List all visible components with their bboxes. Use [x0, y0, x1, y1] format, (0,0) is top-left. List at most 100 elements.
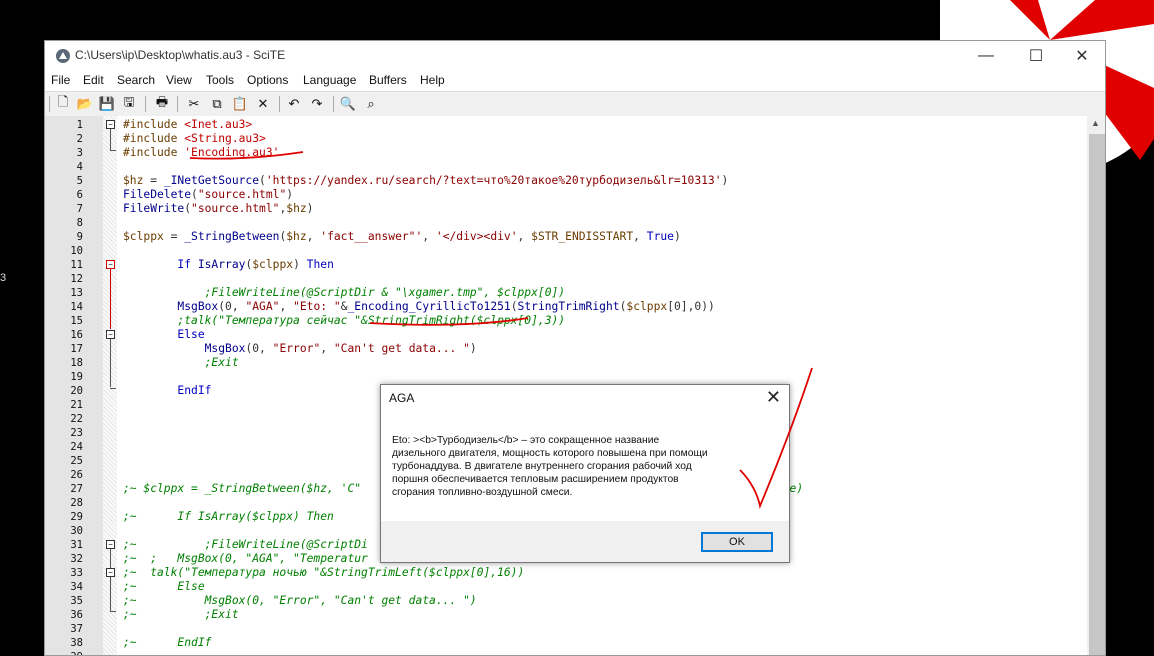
minimize-button[interactable]: — — [963, 41, 1009, 71]
code-token: ) — [721, 174, 729, 187]
code-line[interactable]: 34 ;~ Else — [45, 580, 1075, 594]
scite-app-icon — [56, 49, 70, 63]
menu-options[interactable]: Options — [247, 73, 288, 87]
code-token: #include — [123, 146, 185, 159]
code-token: = — [163, 230, 185, 243]
line-number: 17 — [70, 343, 83, 355]
redo-icon[interactable]: ↷ — [308, 95, 326, 113]
undo-icon[interactable]: ↶ — [285, 95, 303, 113]
code-text: #include 'Encoding.au3' — [123, 146, 279, 160]
menu-file[interactable]: File — [51, 73, 70, 87]
code-token: , — [279, 300, 294, 313]
code-line[interactable]: 2 #include <String.au3> — [45, 132, 1075, 146]
code-token: ( — [510, 300, 518, 313]
menu-search[interactable]: Search — [117, 73, 155, 87]
dialog-close-icon[interactable]: ✕ — [766, 387, 781, 408]
menu-help[interactable]: Help — [420, 73, 445, 87]
close-button[interactable]: ✕ — [1059, 41, 1105, 71]
code-token: FileWrite — [123, 202, 185, 215]
ok-button[interactable]: OK — [701, 532, 773, 552]
code-token: #include — [123, 132, 185, 145]
scroll-up-icon[interactable]: ▲ — [1091, 118, 1100, 128]
code-line[interactable]: 37 — [45, 622, 1075, 636]
code-line[interactable]: 3 #include 'Encoding.au3' — [45, 146, 1075, 160]
vertical-scrollbar[interactable]: ▲ — [1087, 116, 1105, 655]
cut-icon[interactable]: ✂ — [185, 95, 203, 113]
line-number: 7 — [76, 203, 83, 215]
code-line[interactable]: 14 MsgBox(0, "AGA", "Eto: "&_Encoding_Cy… — [45, 300, 1075, 314]
save-icon[interactable]: 💾 — [98, 95, 116, 113]
dialog-title: AGA — [389, 391, 415, 405]
title-bar[interactable]: C:\Users\ip\Desktop\whatis.au3 - SciTE —… — [45, 41, 1105, 71]
code-line[interactable]: 6 FileDelete("source.html") — [45, 188, 1075, 202]
replace-icon[interactable]: ⌕ — [362, 95, 380, 113]
code-line[interactable]: 18 ;Exit — [45, 356, 1075, 370]
code-text: MsgBox(0, "AGA", "Eto: "&_Encoding_Cyril… — [123, 300, 714, 314]
scrollbar-thumb[interactable] — [1089, 134, 1105, 655]
menu-tools[interactable]: Tools — [206, 73, 234, 87]
line-number: 31 — [70, 539, 83, 551]
line-number: 37 — [70, 623, 83, 635]
code-line[interactable]: 5 $hz = _INetGetSource('https://yandex.ru… — [45, 174, 1075, 188]
dialog-title-bar[interactable]: AGA ✕ — [381, 385, 789, 411]
open-folder-icon[interactable]: 📂 — [76, 95, 94, 113]
code-line[interactable]: 15 ;talk("Температура сейчас "&StringTri… — [45, 314, 1075, 328]
menu-language[interactable]: Language — [303, 73, 356, 87]
line-number: 12 — [70, 273, 83, 285]
code-line[interactable]: 12 — [45, 272, 1075, 286]
code-line[interactable]: 9 $clppx = _StringBetween($hz, 'fact__ans… — [45, 230, 1075, 244]
line-number: 14 — [70, 301, 83, 313]
menu-edit[interactable]: Edit — [83, 73, 104, 87]
code-line[interactable]: 16 Else — [45, 328, 1075, 342]
find-icon[interactable]: 🔍 — [339, 95, 357, 113]
code-line[interactable]: 39 — [45, 650, 1075, 655]
copy-icon[interactable]: ⧉ — [208, 95, 226, 113]
code-token: _INetGetSource — [163, 174, 260, 187]
code-token: (0, — [218, 300, 246, 313]
code-line[interactable]: 8 — [45, 216, 1075, 230]
new-file-icon[interactable]: 🗋 — [54, 94, 72, 113]
code-token: MsgBox — [177, 300, 219, 313]
code-line[interactable]: 38 ;~ EndIf — [45, 636, 1075, 650]
code-line[interactable]: 36 ;~ ;Exit — [45, 608, 1075, 622]
code-line[interactable]: 7 FileWrite("source.html",$hz) — [45, 202, 1075, 216]
dialog-message-line: Eto: ><b>Турбодизель</b> – это сокращенн… — [392, 435, 660, 446]
toolbar-separator — [177, 96, 178, 112]
line-number: 4 — [76, 161, 83, 173]
save-as-icon[interactable]: 🖫 — [120, 94, 138, 113]
paste-icon[interactable]: 📋 — [231, 95, 249, 113]
code-token: , — [306, 230, 321, 243]
code-line[interactable]: 19 — [45, 370, 1075, 384]
code-line[interactable]: 11 If IsArray($clppx) Then — [45, 258, 1075, 272]
code-line[interactable]: 10 — [45, 244, 1075, 258]
code-line[interactable]: 1 #include <Inet.au3> — [45, 118, 1075, 132]
code-line[interactable]: 35 ;~ MsgBox(0, "Error", "Can't get data.… — [45, 594, 1075, 608]
code-line[interactable]: 4 — [45, 160, 1075, 174]
code-token: ( — [191, 188, 198, 201]
code-text: $hz = _INetGetSource('https://yandex.ru/… — [123, 174, 728, 188]
menu-buffers[interactable]: Buffers — [369, 73, 407, 87]
line-number: 20 — [70, 385, 83, 397]
code-token: (0, — [245, 342, 273, 355]
code-token: ;~ ; MsgBox(0, "AGA", "Temperatur — [123, 552, 368, 565]
code-token: '</div><div' — [435, 230, 518, 243]
code-line[interactable]: 17 MsgBox(0, "Error", "Can't get data...… — [45, 342, 1075, 356]
code-line[interactable]: 13 ;FileWriteLine(@ScriptDir & "\xgamer.… — [45, 286, 1075, 300]
code-token: , — [320, 342, 334, 355]
maximize-button[interactable]: ☐ — [1013, 41, 1059, 71]
menu-view[interactable]: View — [166, 73, 192, 87]
code-line[interactable]: 33 ;~ talk("Температура ночью "&StringTri… — [45, 566, 1075, 580]
code-token: ;~ talk("Температура ночью "&StringTrimL… — [123, 566, 525, 579]
code-token: _StringBetween — [184, 230, 280, 243]
dialog-message-line: сгорания топливно-воздушной смеси. — [392, 487, 573, 498]
code-token: EndIf — [177, 384, 212, 397]
delete-icon[interactable]: ✕ — [254, 95, 272, 113]
code-token: ) — [469, 342, 477, 355]
code-text: #include <Inet.au3> — [123, 118, 252, 132]
print-icon[interactable]: 🖶 — [153, 94, 171, 113]
code-text: ;~ ; MsgBox(0, "AGA", "Temperatur — [123, 552, 368, 566]
code-text: ;~ EndIf — [123, 636, 211, 650]
